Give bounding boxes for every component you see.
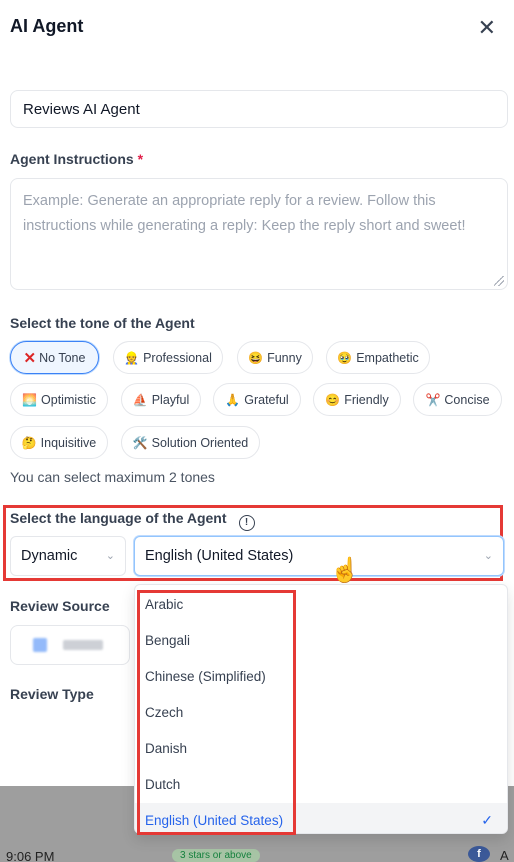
language-option-dutch[interactable]: Dutch	[135, 767, 507, 801]
tone-chip-label: Empathetic	[356, 350, 419, 365]
language-selected-value: English (United States)	[145, 548, 294, 564]
language-mode-select[interactable]: Dynamic ⌄	[10, 536, 126, 576]
thinking-face-icon: 🤔	[21, 435, 37, 450]
tone-chip-label: Friendly	[344, 392, 389, 407]
chevron-down-icon: ⌄	[105, 550, 115, 562]
language-option-czech[interactable]: Czech	[135, 695, 507, 729]
tone-chip-concise[interactable]: ✂️ Concise	[413, 383, 502, 416]
info-icon[interactable]: !	[238, 514, 255, 531]
tone-chip-label: Funny	[267, 350, 302, 365]
agent-name-input[interactable]: Reviews AI Agent	[10, 90, 508, 128]
hand-cursor-icon: ☝	[330, 557, 360, 584]
blurred-source-text	[63, 640, 103, 650]
tone-chip-label: Grateful	[244, 392, 289, 407]
review-source-input[interactable]	[10, 625, 130, 665]
modal-title: AI Agent	[10, 16, 84, 36]
facebook-icon: f	[468, 846, 490, 862]
background-rating-badge: 3 stars or above	[172, 849, 260, 862]
tone-chip-friendly[interactable]: 😊 Friendly	[313, 383, 401, 416]
language-option-chinese-simplified[interactable]: Chinese (Simplified)	[135, 659, 507, 693]
instructions-textarea[interactable]: Example: Generate an appropriate reply f…	[10, 178, 508, 290]
sunrise-icon: 🌅	[22, 392, 38, 407]
language-option-english-us[interactable]: English (United States) ✓	[135, 803, 507, 833]
tone-chip-funny[interactable]: 😆 Funny	[237, 341, 313, 374]
resize-handle-icon[interactable]	[494, 276, 504, 286]
background-time: 9:06 PM	[6, 849, 55, 862]
tone-chip-label: Professional	[143, 350, 212, 365]
tone-limit-hint: You can select maximum 2 tones	[10, 469, 215, 485]
cross-icon: ✕	[23, 349, 37, 367]
scissors-icon: ✂️	[425, 392, 441, 407]
background-trailing-text: A	[500, 848, 509, 862]
tone-chip-no-tone[interactable]: ✕ No Tone	[10, 341, 99, 374]
laughing-face-icon: 😆	[248, 350, 264, 365]
language-label: Select the language of the Agent!	[10, 510, 255, 531]
tone-chip-label: Inquisitive	[40, 435, 97, 450]
worker-icon: 👷	[124, 350, 140, 365]
language-option-bengali[interactable]: Bengali	[135, 623, 507, 657]
tone-chip-label: Optimistic	[41, 392, 96, 407]
instructions-label: Agent Instructions *	[10, 151, 143, 167]
tone-chip-label: Solution Oriented	[151, 435, 249, 450]
instructions-label-text: Agent Instructions	[10, 151, 134, 167]
tone-chip-label: Concise	[444, 392, 490, 407]
tools-icon: 🛠️	[132, 435, 148, 450]
language-select[interactable]: English (United States) ⌄	[134, 536, 504, 576]
teary-face-icon: 🥹	[337, 350, 353, 365]
tone-label: Select the tone of the Agent	[10, 315, 195, 331]
chevron-down-icon: ⌄	[483, 550, 493, 562]
language-dropdown[interactable]: Arabic Bengali Chinese (Simplified) Czec…	[134, 584, 508, 834]
tone-chip-optimistic[interactable]: 🌅 Optimistic	[10, 383, 108, 416]
tone-chip-label: Playful	[151, 392, 190, 407]
close-icon[interactable]: ✕	[478, 17, 496, 39]
smiling-face-icon: 😊	[325, 392, 341, 407]
source-logo-icon	[33, 638, 47, 652]
praying-hands-icon: 🙏	[225, 392, 241, 407]
language-mode-value: Dynamic	[21, 548, 78, 564]
review-source-label: Review Source	[10, 598, 110, 614]
required-mark: *	[137, 151, 144, 167]
tone-chip-playful[interactable]: ⛵ Playful	[121, 383, 201, 416]
instructions-placeholder: Example: Generate an appropriate reply f…	[23, 193, 466, 234]
language-label-text: Select the language of the Agent	[10, 510, 227, 526]
language-option-arabic[interactable]: Arabic	[135, 587, 507, 621]
tone-chip-solution-oriented[interactable]: 🛠️ Solution Oriented	[121, 426, 260, 459]
language-option-danish[interactable]: Danish	[135, 731, 507, 765]
review-type-label: Review Type	[10, 686, 94, 702]
agent-name-value: Reviews AI Agent	[23, 100, 140, 118]
tone-chip-empathetic[interactable]: 🥹 Empathetic	[326, 341, 430, 374]
tone-chip-grateful[interactable]: 🙏 Grateful	[213, 383, 301, 416]
modal-header: AI Agent ✕	[10, 16, 504, 40]
sailboat-icon: ⛵	[132, 392, 148, 407]
tone-chip-professional[interactable]: 👷 Professional	[113, 341, 223, 374]
checkmark-icon: ✓	[481, 811, 493, 828]
language-option-label: English (United States)	[145, 812, 284, 828]
tone-chip-label: No Tone	[39, 350, 86, 365]
tone-chip-inquisitive[interactable]: 🤔 Inquisitive	[10, 426, 108, 459]
